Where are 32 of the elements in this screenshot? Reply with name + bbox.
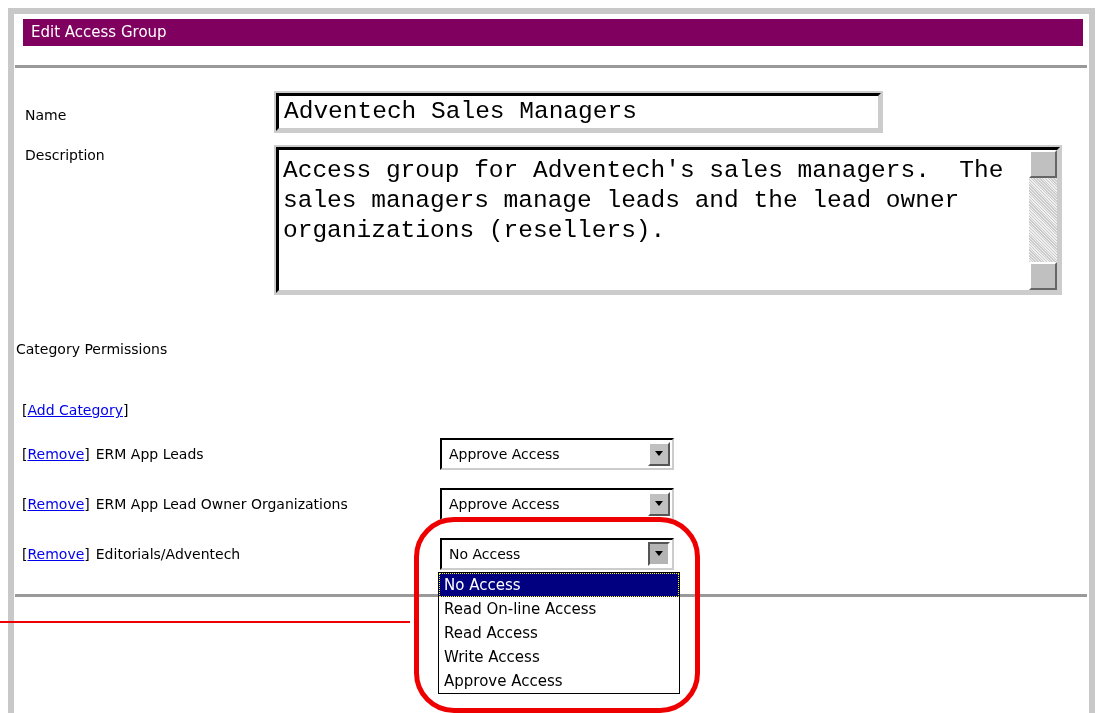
scrollbar[interactable] [1029, 150, 1057, 290]
category-name: ERM App Lead Owner Organizations [95, 495, 348, 512]
category-name: ERM App Leads [95, 445, 204, 462]
dropdown-option[interactable]: Read Access [439, 620, 679, 645]
section-title: Category Permissions [16, 341, 169, 357]
dropdown-option[interactable]: Read On-line Access [439, 596, 679, 621]
permission-select[interactable]: Approve Access [440, 437, 674, 470]
bracket: [ [22, 545, 28, 562]
bracket: [ [22, 495, 28, 512]
add-category-link[interactable]: Add Category [27, 402, 123, 418]
bracket: ] [123, 402, 129, 418]
field-label: Name [24, 107, 68, 123]
dropdown-option[interactable]: Approve Access [439, 668, 679, 693]
bracket: ] [84, 445, 90, 462]
dropdown-option[interactable]: No Access [439, 572, 679, 597]
permission-select[interactable]: Approve Access [440, 487, 674, 520]
remove-link[interactable]: Remove [27, 495, 85, 512]
category-name: Editorials/Adventech [95, 545, 241, 562]
name-field[interactable]: Adventech Sales Managers [276, 93, 881, 131]
dropdown-option[interactable]: Write Access [439, 644, 679, 669]
bracket: [ [22, 402, 28, 418]
description-field[interactable]: Access group for Adventech's sales managers. The sales managers manage leads and the lead owner organizations (resellers). [276, 147, 1060, 293]
remove-link[interactable]: Remove [27, 545, 85, 562]
field-label: Description [24, 147, 106, 163]
title-bar: Edit Access Group [23, 19, 1083, 46]
remove-link[interactable]: Remove [27, 445, 85, 462]
bracket: ] [84, 545, 90, 562]
scroll-down-button[interactable] [1029, 262, 1057, 290]
bracket: ] [84, 495, 90, 512]
permission-select[interactable]: No Access [440, 537, 674, 570]
scroll-up-button[interactable] [1029, 150, 1057, 178]
bracket: [ [22, 445, 28, 462]
